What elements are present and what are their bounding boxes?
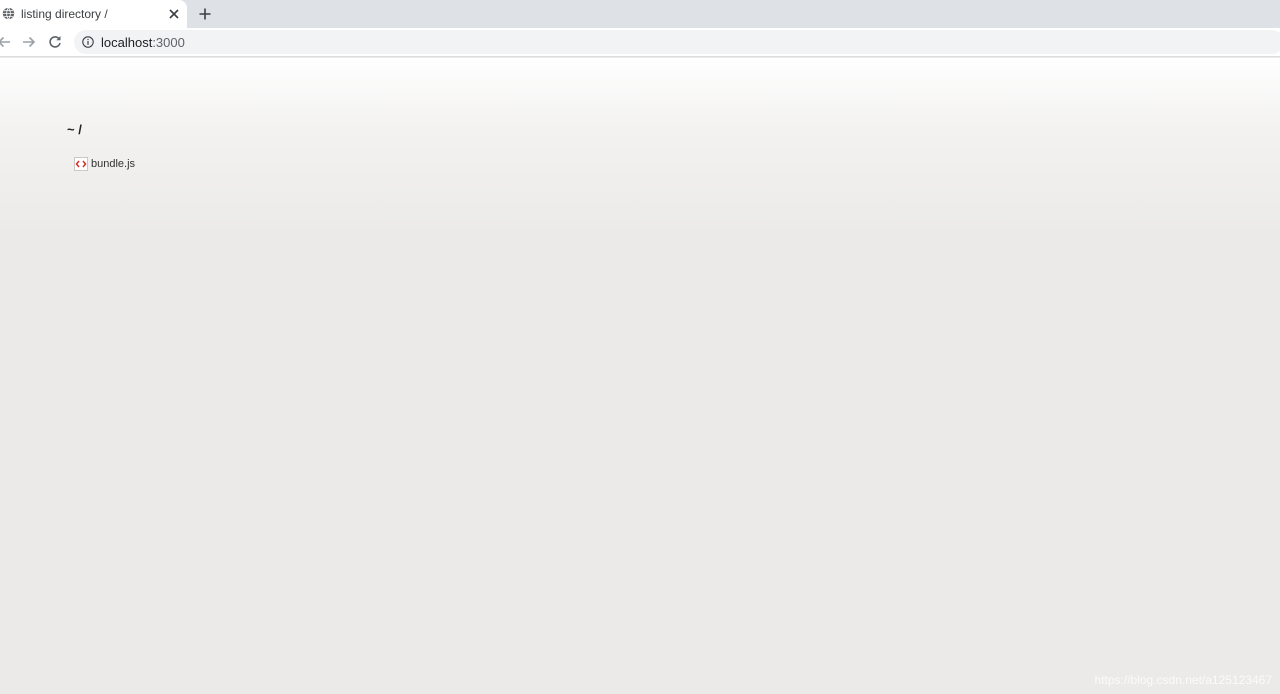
- tab-listing-directory[interactable]: listing directory /: [0, 0, 187, 28]
- file-item-bundle-js[interactable]: bundle.js: [74, 156, 135, 172]
- directory-heading: ~ /: [67, 122, 82, 137]
- arrow-right-icon: [23, 36, 36, 48]
- new-tab-button[interactable]: [197, 6, 213, 22]
- file-name: bundle.js: [91, 158, 136, 170]
- plus-icon: [199, 8, 211, 20]
- js-file-icon: [74, 157, 88, 171]
- url-port: :3000: [152, 35, 185, 50]
- tab-title: listing directory /: [21, 7, 108, 21]
- info-icon[interactable]: [82, 36, 94, 48]
- globe-icon: [2, 7, 15, 20]
- file-list: bundle.js: [74, 156, 135, 172]
- forward-button[interactable]: [21, 34, 37, 50]
- url-text: localhost:3000: [101, 35, 185, 50]
- tab-strip: listing directory /: [0, 0, 1280, 28]
- browser-toolbar: localhost:3000: [0, 28, 1280, 57]
- page-viewport: ~ / bundle.js: [0, 58, 1280, 694]
- arrow-left-icon: [0, 36, 10, 48]
- address-bar[interactable]: localhost:3000: [74, 30, 1280, 54]
- reload-icon: [49, 36, 61, 48]
- watermark: https://blog.csdn.net/a125123467: [1094, 673, 1272, 687]
- back-button[interactable]: [0, 34, 12, 50]
- close-icon: [169, 9, 179, 19]
- url-host: localhost: [101, 35, 153, 50]
- close-tab-button[interactable]: [167, 7, 181, 21]
- reload-button[interactable]: [47, 34, 63, 50]
